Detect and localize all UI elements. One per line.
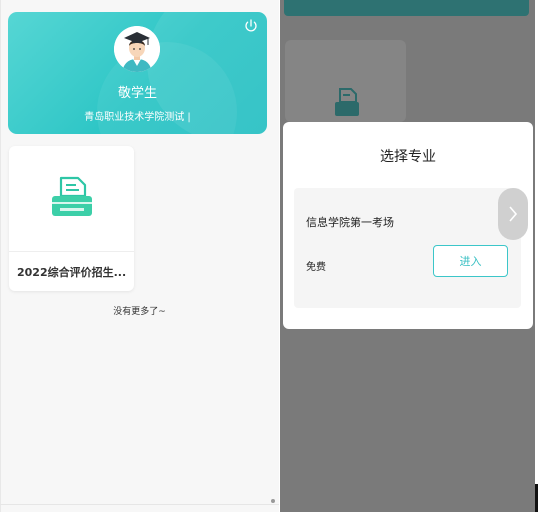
power-icon[interactable] <box>243 18 259 34</box>
card-divider <box>9 251 134 252</box>
select-major-dialog: 选择专业 信息学院第一考场 免费 进入 <box>283 122 533 329</box>
home-panel: 敬学生 青岛职业技术学院测试 | 2022综合评价招生... 没有更多了~ <box>0 0 279 512</box>
separator-dot <box>271 499 275 503</box>
exam-title: 2022综合评价招生... <box>17 266 127 279</box>
modal-screen: 选择专业 信息学院第一考场 免费 进入 <box>280 0 535 512</box>
bottom-divider <box>0 504 279 505</box>
dialog-title: 选择专业 <box>380 149 436 165</box>
list-end-message: 没有更多了~ <box>113 307 166 317</box>
chevron-right-icon[interactable] <box>498 188 528 240</box>
profile-card: 敬学生 青岛职业技术学院测试 | <box>8 12 267 134</box>
school-name: 青岛职业技术学院测试 | <box>84 112 191 123</box>
exam-card[interactable]: 2022综合评价招生... <box>9 146 134 291</box>
enter-button[interactable]: 进入 <box>433 245 508 277</box>
student-avatar-icon <box>114 26 160 72</box>
printer-icon <box>335 88 359 116</box>
major-price: 免费 <box>306 262 326 273</box>
panel-border <box>0 0 1 512</box>
header-bar-dimmed <box>284 0 529 16</box>
text-cursor <box>535 484 538 512</box>
printer-icon <box>52 176 92 216</box>
student-name: 敬学生 <box>117 86 157 101</box>
exam-card-dimmed <box>285 40 406 122</box>
major-list-item[interactable]: 信息学院第一考场 免费 进入 <box>294 188 521 308</box>
major-name: 信息学院第一考场 <box>306 216 394 229</box>
